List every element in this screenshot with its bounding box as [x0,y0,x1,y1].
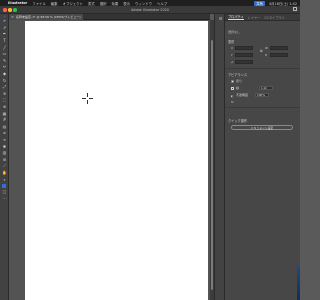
tab-properties[interactable]: プロパティ [228,14,244,20]
shape-builder-icon[interactable]: ⊕ [0,104,9,111]
rectangle-tool-icon[interactable]: ▭ [0,51,9,58]
scale-tool-icon[interactable]: ⤢ [0,84,9,91]
more-tools-icon[interactable]: ⋯ [0,195,9,202]
h-label: H [265,53,268,57]
fill-stroke-swatch-icon[interactable] [2,183,6,188]
eyedropper-tool-icon[interactable]: ⌀ [0,130,9,137]
warp-tool-icon[interactable]: ≋ [0,91,9,98]
menu-view[interactable]: 表示 [123,1,130,6]
angle-icon: ∠ [231,60,234,64]
w-field[interactable] [270,45,288,50]
menu-help[interactable]: ヘルプ [157,1,167,6]
stroke-weight-field[interactable]: 1 pt [259,85,273,90]
menu-file[interactable]: ファイル [32,1,46,6]
angle-field[interactable] [235,59,253,64]
close-tab-icon[interactable]: × [11,15,14,19]
artboard-tool-icon[interactable]: ⊞ [0,156,9,163]
mesh-tool-icon[interactable]: # [0,117,9,124]
no-selection-label: 選択なし [228,30,241,34]
document-tab-label: 名称未設定-1* @ 98.56 % (CMYK/プレビュー) [16,15,81,19]
y-field[interactable] [235,52,253,57]
line-tool-icon[interactable]: ╱ [0,44,9,51]
pen-tool-icon[interactable]: ✒ [0,31,9,38]
fill-swatch[interactable] [231,79,235,83]
blend-tool-icon[interactable]: ∞ [0,137,9,144]
panel-dock: ☰ [214,14,225,300]
w-label: W [265,46,268,50]
opacity-label: 不透明度 [236,93,249,97]
h-field[interactable] [270,52,288,57]
scrollbar-thumb[interactable] [211,40,213,290]
divider [225,107,300,108]
graph-tool-icon[interactable]: ▥ [0,150,9,157]
direct-selection-icon[interactable]: ⇗ [0,25,9,32]
share-menu-button[interactable]: 共有 [254,0,266,6]
free-transform-icon[interactable]: ⬚ [0,97,9,104]
type-tool-icon[interactable]: T [0,38,9,45]
stroke-swatch[interactable] [231,86,235,90]
pencil-tool-icon[interactable]: ✏ [0,64,9,71]
perspective-grid-icon[interactable]: ▦ [0,110,9,117]
y-label: Y [231,53,233,57]
artboard[interactable] [25,21,208,300]
document-setup-button[interactable]: ドキュメント設定 [231,125,293,130]
gradient-tool-icon[interactable]: ▤ [0,124,9,131]
quick-actions-label: クイック操作 [228,119,248,123]
menu-app[interactable]: Illustrator [8,1,27,5]
divider [225,68,300,69]
menubar-status: 共有 4月18日(土) 1:42 [254,0,297,6]
tab-layers[interactable]: レイヤー [248,15,261,20]
menu-effect[interactable]: 効果 [111,1,118,6]
menu-select[interactable]: 選択 [100,1,107,6]
symbol-sprayer-icon[interactable]: ✺ [0,143,9,150]
x-field[interactable] [235,45,253,50]
fill-label: 塗り [236,79,243,83]
desktop-sliver [297,266,300,300]
menu-object[interactable]: オブジェクト [63,1,83,6]
rotate-tool-icon[interactable]: ↻ [0,77,9,84]
crosshair-cursor-icon [82,93,93,104]
canvas-area[interactable] [9,20,210,300]
menu-edit[interactable]: 編集 [51,1,58,6]
selection-tool-icon[interactable]: ➤ [0,18,9,25]
clock: 4月18日(土) 1:42 [269,1,297,6]
slice-tool-icon[interactable]: ⟋ [0,163,9,170]
hand-tool-icon[interactable]: ✋ [0,170,9,177]
tools-panel: » ➤ ⇗ ✒ T ╱ ▭ ✎ ✏ ◆ ↻ ⤢ ≋ ⬚ ⊕ ▦ # ▤ ⌀ ∞ … [0,14,9,300]
menu-type[interactable]: 書式 [88,1,95,6]
menu-window[interactable]: ウィンドウ [135,1,152,6]
fx-button[interactable]: fx [231,100,234,104]
share-icon[interactable] [293,7,297,12]
opacity-icon: ◐ [231,93,234,98]
appearance-label: アピアランス [228,73,248,77]
opacity-field[interactable]: 100% [255,92,269,97]
window-title: Adobe Illustrator 2020 [131,7,169,12]
screen-mode-icon[interactable]: ▢ [0,189,9,196]
eraser-tool-icon[interactable]: ◆ [0,71,9,78]
window-titlebar: Adobe Illustrator 2020 [0,6,300,14]
zoom-tool-icon[interactable]: ⌕ [0,176,9,183]
stroke-label: 線 [236,86,240,90]
transform-label: 変形 [228,40,235,44]
tab-cc-libraries[interactable]: CCライブラリ [264,15,284,20]
link-icon[interactable]: ⧉ [260,49,263,53]
properties-panel: プロパティ レイヤー CCライブラリ 選択なし 変形 X W Y H ⧉ ∠ ア… [225,14,300,300]
x-label: X [231,46,233,50]
brush-tool-icon[interactable]: ✎ [0,58,9,65]
panel-tabs: プロパティ レイヤー CCライブラリ [225,14,300,21]
